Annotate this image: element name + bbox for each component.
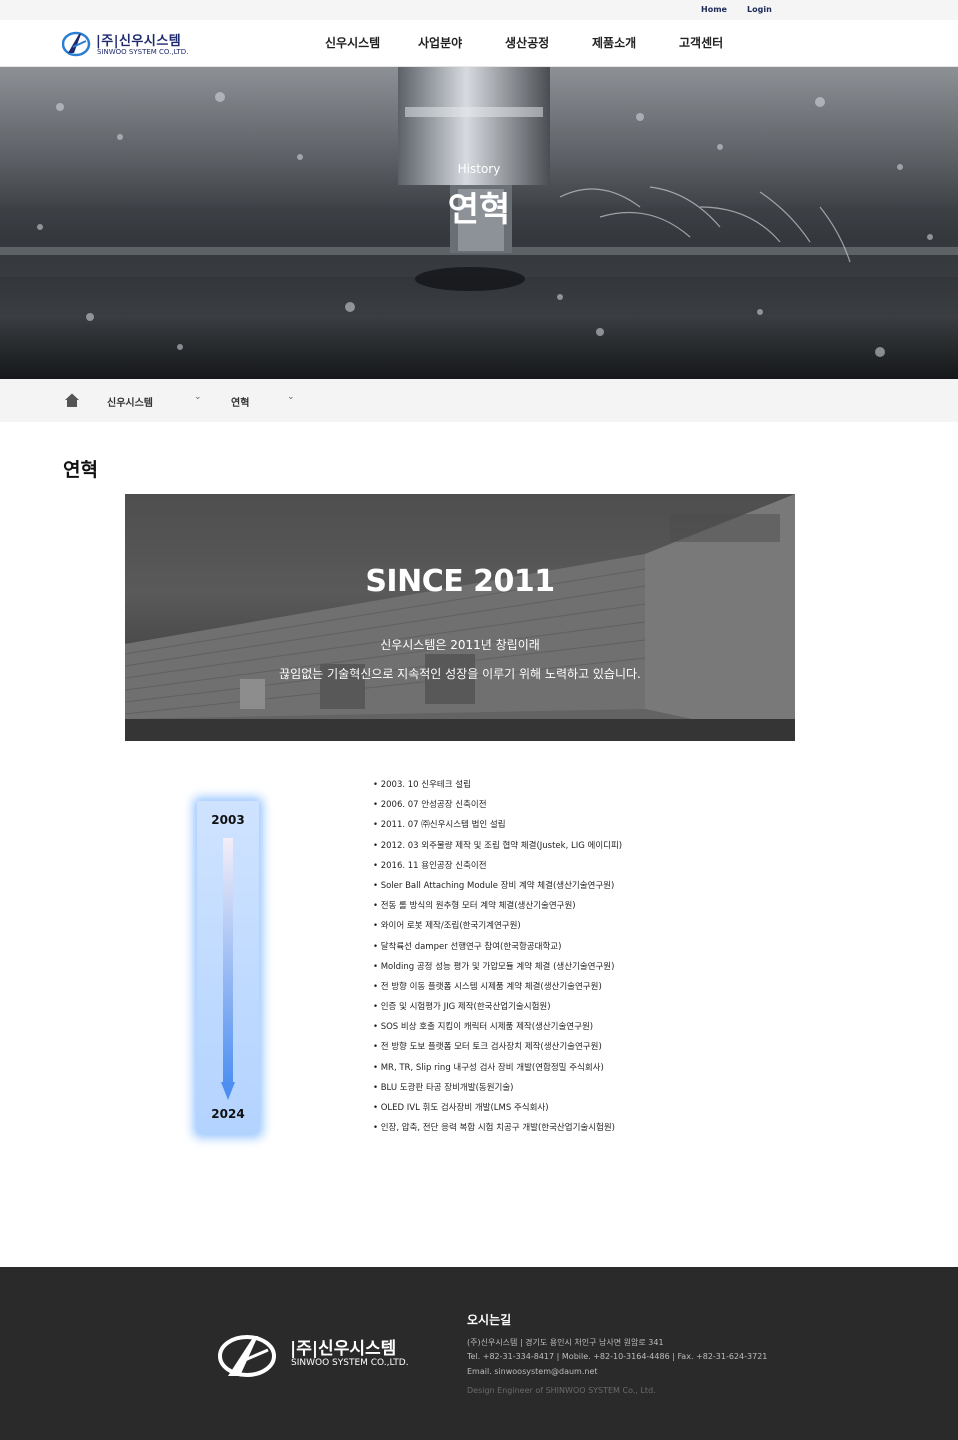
list-item: 인장, 압축, 전단 응력 복합 시험 치공구 개발(한국산업기술시험원) (373, 1122, 753, 1142)
list-item: 전 방향 도보 플랫폼 모터 토크 검사장치 제작(생산기술연구원) (373, 1041, 753, 1061)
chevron-down-icon[interactable]: ⌄ (287, 392, 295, 402)
list-item: 2006. 07 안성공장 신축이전 (373, 799, 753, 819)
list-item: Molding 공정 성능 평가 및 가압모듈 계약 체결 (생산기술연구원) (373, 961, 753, 981)
since-description-2: 끊임없는 기술혁신으로 지속적인 성장을 이루기 위해 노력하고 있습니다. (279, 667, 641, 681)
list-item: BLU 도광판 타공 장비개발(동원기술) (373, 1082, 753, 1102)
site-header: |주|신우시스템 SINWOO SYSTEM CO.,LTD. 신우시스템 사업… (0, 20, 958, 67)
footer-contact: Tel. +82-31-334-8417 | Mobile. +82-10-31… (467, 1352, 768, 1361)
home-icon[interactable] (64, 392, 80, 408)
chevron-down-icon[interactable]: ⌄ (194, 392, 202, 402)
logo-mark-icon (62, 31, 91, 57)
logo-text-ko: |주|신우시스템 (96, 34, 182, 49)
nav-item-business[interactable]: 사업분야 (418, 34, 462, 51)
timeline-start-year: 2003 (211, 813, 245, 827)
footer-logo-text-en: SINWOO SYSTEM CO.,LTD. (291, 1358, 409, 1368)
breadcrumb-level1[interactable]: 신우시스템 (107, 394, 153, 409)
site-footer: |주|신우시스템 SINWOO SYSTEM CO.,LTD. 오시는길 (주)… (0, 1267, 958, 1440)
list-item: SOS 비상 호출 지킴이 캐릭터 시제품 제작(생산기술연구원) (373, 1021, 753, 1041)
footer-logo-text-ko: |주|신우시스템 (290, 1339, 397, 1359)
since-title: SINCE 2011 (365, 564, 555, 599)
factory-building-image (125, 494, 795, 741)
utility-bar: Home Login (0, 0, 958, 20)
logo-mark-icon (218, 1335, 276, 1377)
list-item: 전동 롤 방식의 원추형 모터 계약 체결(생산기술연구원) (373, 900, 753, 920)
list-item: Soler Ball Attaching Module 장비 계약 체결(생산기… (373, 880, 753, 900)
nav-item-support[interactable]: 고객센터 (679, 34, 723, 51)
list-item: 전 방향 이동 플랫폼 시스템 시제품 계약 체결(생산기술연구원) (373, 981, 753, 1001)
list-item: 와이어 로봇 제작/조립(한국기계연구원) (373, 920, 753, 940)
breadcrumb: 신우시스템 ⌄ 연혁 ⌄ (0, 379, 958, 422)
footer-address: (주)신우시스템 | 경기도 용인시 처인구 남사면 원암로 341 (467, 1338, 664, 1347)
footer-title: 오시는길 (467, 1313, 512, 1327)
footer-email: Email. sinwoosystem@daum.net (467, 1367, 598, 1376)
timeline-end-year: 2024 (211, 1107, 245, 1121)
since-description-1: 신우시스템은 2011년 창립이래 (380, 638, 540, 652)
list-item: 달착륙선 damper 선행연구 참여(한국항공대학교) (373, 941, 753, 961)
footer-logo: |주|신우시스템 SINWOO SYSTEM CO.,LTD. (218, 1330, 418, 1380)
hero-subtitle: History (457, 162, 501, 176)
breadcrumb-level2[interactable]: 연혁 (231, 394, 249, 409)
nav-item-company[interactable]: 신우시스템 (325, 34, 380, 51)
list-item: MR, TR, Slip ring 내구성 검사 장비 개발(연합정밀 주식회사… (373, 1062, 753, 1082)
list-item: OLED IVL 휘도 검사장비 개발(LMS 주식회사) (373, 1102, 753, 1122)
since-banner: SINCE 2011 신우시스템은 2011년 창립이래 끊임없는 기술혁신으로… (125, 494, 795, 741)
list-item: 2003. 10 신우테크 설립 (373, 779, 753, 799)
nav-item-production[interactable]: 생산공정 (505, 34, 549, 51)
list-item: 인증 및 시험평가 JIG 제작(한국산업기술시험원) (373, 1001, 753, 1021)
site-logo[interactable]: |주|신우시스템 SINWOO SYSTEM CO.,LTD. (62, 29, 202, 61)
list-item: 2012. 03 외주물량 제작 및 조립 협약 체결(Justek, LIG … (373, 840, 753, 860)
timeline-bar: 2003 2024 (197, 801, 259, 1134)
hero-title: 연혁 (447, 190, 511, 230)
history-list: 2003. 10 신우테크 설립 2006. 07 안성공장 신축이전 2011… (373, 779, 753, 1142)
arrow-down-icon (221, 838, 235, 1100)
home-link[interactable]: Home (701, 5, 727, 14)
nav-item-products[interactable]: 제품소개 (592, 34, 636, 51)
page-title: 연혁 (63, 459, 98, 481)
hero-banner: History 연혁 (0, 67, 958, 379)
list-item: 2016. 11 용인공장 신축이전 (373, 860, 753, 880)
list-item: 2011. 07 ㈜신우시스템 법인 설립 (373, 819, 753, 839)
footer-copyright: Design Engineer of SHINWOO SYSTEM Co., L… (467, 1386, 656, 1395)
login-link[interactable]: Login (747, 5, 772, 14)
logo-text-en: SINWOO SYSTEM CO.,LTD. (97, 48, 189, 56)
